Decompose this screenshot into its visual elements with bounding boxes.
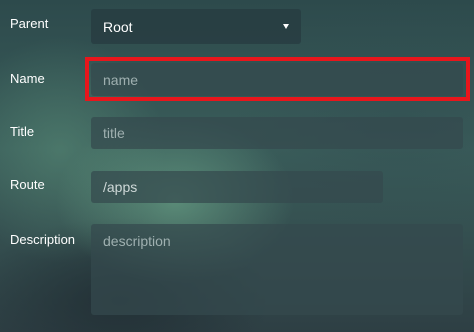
description-label: Description — [10, 232, 76, 247]
route-input[interactable] — [91, 171, 383, 203]
route-label: Route — [10, 177, 45, 192]
description-textarea[interactable] — [91, 224, 463, 315]
title-input[interactable] — [91, 117, 463, 149]
title-label: Title — [10, 124, 35, 139]
name-label: Name — [10, 71, 45, 86]
name-input[interactable] — [91, 63, 463, 96]
parent-label: Parent — [10, 16, 49, 31]
caret-down-icon — [283, 24, 289, 29]
parent-select-value: Root — [103, 18, 133, 35]
parent-select[interactable]: Root — [91, 9, 301, 44]
